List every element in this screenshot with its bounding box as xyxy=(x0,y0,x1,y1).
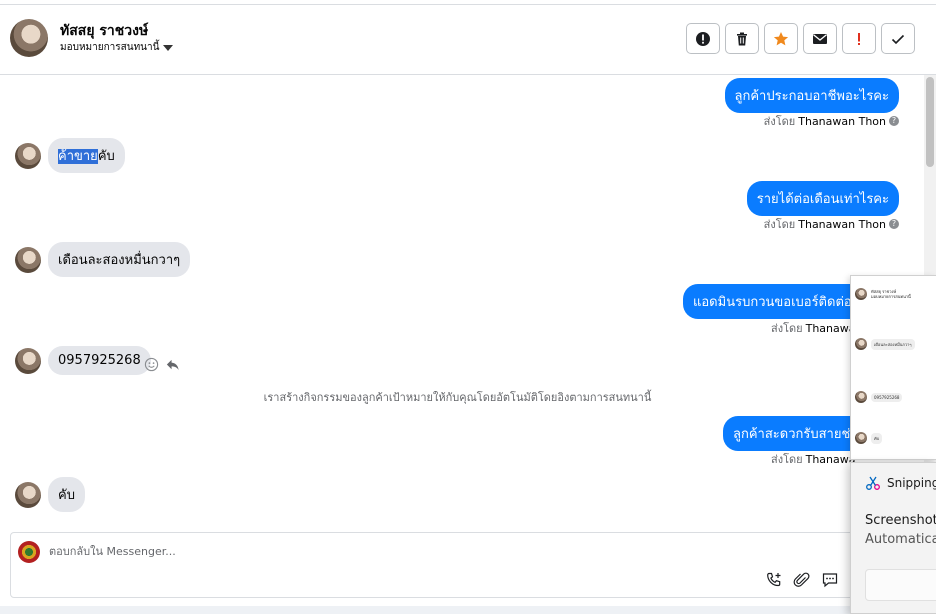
sender-avatar xyxy=(15,347,41,374)
assign-label: มอบหมายการสนทนานี้ xyxy=(60,42,160,53)
thumbnail-message: เดือนละสองหมื่นกวาๆ xyxy=(855,338,915,350)
thumbnail-sub: มอบหมายการสนทนานี้ xyxy=(871,294,911,299)
incoming-message[interactable]: เดือนละสองหมื่นกวาๆ xyxy=(48,242,191,277)
sender-avatar xyxy=(15,246,41,273)
delete-button[interactable] xyxy=(725,23,759,54)
sent-by-prefix: ส่งโดย xyxy=(763,218,796,231)
system-notice: เราสร้างกิจกรรมของลูกค้าเป้าหมายให้กับคุ… xyxy=(263,391,652,404)
emoji-react-icon[interactable] xyxy=(144,357,159,372)
thumbnail-title: ทัสสยุ ราชวงษ์ มอบหมายการสนทนานี้ xyxy=(871,289,911,299)
contact-avatar[interactable] xyxy=(10,19,48,57)
incoming-message-row: ค้าขายคับ xyxy=(15,138,125,173)
thumbnail-bubble: เดือนละสองหมื่นกวาๆ xyxy=(871,338,915,350)
incoming-message[interactable]: ค้าขายคับ xyxy=(48,138,125,173)
incoming-message[interactable]: 0957925268 xyxy=(48,346,151,375)
outgoing-message[interactable]: แอดมินรบกวนขอเบอร์ติดต่อได้ xyxy=(683,284,877,319)
assign-conversation-dropdown[interactable]: มอบหมายการสนทนานี้ xyxy=(60,40,174,55)
paperclip-icon[interactable] xyxy=(793,571,811,589)
thumbnail-avatar xyxy=(855,338,867,350)
outgoing-message[interactable]: ลูกค้าประกอบอาชีพอะไรคะ xyxy=(724,78,899,113)
thumbnail-message: 0957925268 xyxy=(855,391,903,403)
sent-by-prefix: ส่งโดย xyxy=(771,453,803,466)
window-thumbnail-preview[interactable]: ทัสสยุ ราชวงษ์ มอบหมายการสนทนานี้ เดือนล… xyxy=(850,275,936,460)
envelope-icon xyxy=(813,33,827,44)
scrollbar-thumb[interactable] xyxy=(926,77,934,167)
reply-input[interactable] xyxy=(49,545,749,558)
header-actions xyxy=(686,23,915,54)
sent-by-prefix: ส่งโดย xyxy=(763,115,796,128)
conversation-header: ทัสสยุ ราชวงษ์ มอบหมายการสนทนานี้ xyxy=(0,5,936,75)
report-icon xyxy=(696,31,710,46)
important-icon xyxy=(858,32,860,45)
thumbnail-bubble: 0957925268 xyxy=(871,392,903,402)
snipping-app-header: Snipping xyxy=(865,475,936,491)
message-thread[interactable]: ลูกค้าประกอบอาชีพอะไรคะ ส่งโดย Thanawan … xyxy=(0,75,924,530)
sent-by-label: ส่งโดย Thanawa xyxy=(771,319,855,337)
help-icon[interactable]: ? xyxy=(889,219,899,229)
inbox-conversation-view: ทัสสยุ ราชวงษ์ มอบหมายการสนทนานี้ ลูกค้า… xyxy=(0,0,936,614)
sender-avatar xyxy=(15,481,41,508)
sender-name: Thanawa xyxy=(805,452,856,466)
check-icon xyxy=(891,34,905,44)
mark-done-button[interactable] xyxy=(881,23,915,54)
notification-body: Automatica xyxy=(865,532,936,547)
contact-name[interactable]: ทัสสยุ ราชวงษ์ xyxy=(60,20,148,42)
message-text: คับ xyxy=(97,149,115,164)
thumbnail-header: ทัสสยุ ราชวงษ์ มอบหมายการสนทนานี้ xyxy=(855,288,911,300)
star-button[interactable] xyxy=(764,23,798,54)
sent-by-prefix: ส่งโดย xyxy=(771,322,803,335)
sent-by-label: ส่งโดย Thanawa xyxy=(771,450,855,468)
report-button[interactable] xyxy=(686,23,720,54)
saved-replies-icon[interactable] xyxy=(821,571,839,589)
phone-add-icon[interactable] xyxy=(765,571,783,589)
reply-composer xyxy=(10,532,880,598)
incoming-message[interactable]: คับ xyxy=(48,477,85,512)
sender-name: Thanawa xyxy=(805,321,856,335)
composer-tools xyxy=(765,571,839,589)
reply-icon[interactable] xyxy=(165,357,180,372)
incoming-message-row: เดือนละสองหมื่นกวาๆ xyxy=(15,242,191,277)
thumbnail-message: คับ xyxy=(855,432,883,444)
page-avatar xyxy=(18,541,40,563)
selected-text[interactable]: ค้าขาย xyxy=(58,149,98,164)
sender-name: Thanawan Thon xyxy=(798,217,886,231)
snipping-app-name: Snipping xyxy=(887,476,936,490)
notification-action-button[interactable] xyxy=(865,569,936,601)
thumbnail-avatar xyxy=(855,288,867,300)
incoming-message-row: คับ xyxy=(15,477,85,512)
scissors-icon xyxy=(866,476,880,490)
sent-by-label: ส่งโดย Thanawan Thon ? xyxy=(764,215,899,233)
mark-important-button[interactable] xyxy=(842,23,876,54)
trash-icon xyxy=(737,32,747,45)
help-icon[interactable]: ? xyxy=(889,116,899,126)
thumbnail-bubble: คับ xyxy=(871,432,883,444)
caret-down-icon xyxy=(163,44,174,51)
incoming-message-row: 0957925268 xyxy=(15,346,151,375)
snipping-tool-notification[interactable]: Snipping Screenshot Automatica xyxy=(850,462,936,614)
notification-title: Screenshot xyxy=(865,513,936,528)
email-button[interactable] xyxy=(803,23,837,54)
thumbnail-avatar xyxy=(855,432,867,444)
sender-name: Thanawan Thon xyxy=(798,114,886,128)
star-icon xyxy=(773,31,789,45)
sent-by-label: ส่งโดย Thanawan Thon ? xyxy=(764,112,899,130)
outgoing-message[interactable]: รายได้ต่อเดือนเท่าไรคะ xyxy=(746,181,899,216)
bottom-strip xyxy=(0,606,936,614)
thumbnail-avatar xyxy=(855,391,867,403)
message-actions xyxy=(144,357,180,372)
sender-avatar xyxy=(15,142,41,169)
